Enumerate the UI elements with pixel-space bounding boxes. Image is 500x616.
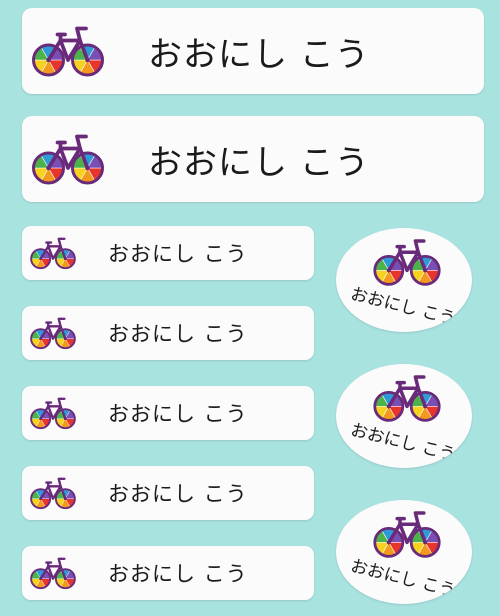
name-text: おおにし こう — [108, 402, 248, 426]
bicycle-icon — [30, 317, 76, 350]
bicycle-icon — [32, 26, 104, 77]
bicycle-icon — [30, 397, 76, 430]
name-text: おおにし こう — [148, 34, 370, 75]
name-text: おおにし こう — [148, 142, 370, 183]
label-sheet: おおにし こう おおにし こう おおにし こう おおにし こう おおにし こう … — [0, 0, 500, 616]
small-name-sticker: おおにし こう — [22, 546, 314, 600]
oval-name-sticker: おおにし こう — [336, 364, 472, 468]
small-name-sticker: おおにし こう — [22, 466, 314, 520]
bicycle-icon — [30, 477, 76, 510]
name-text: おおにし こう — [108, 482, 248, 506]
oval-name-sticker: おおにし こう — [336, 500, 472, 604]
bicycle-icon — [30, 237, 76, 270]
oval-name-sticker: おおにし こう — [336, 228, 472, 332]
bicycle-icon — [373, 511, 441, 558]
name-text: おおにし こう — [108, 562, 248, 586]
small-name-sticker: おおにし こう — [22, 386, 314, 440]
bicycle-icon — [373, 239, 441, 286]
large-name-sticker: おおにし こう — [22, 116, 484, 202]
bicycle-icon — [30, 557, 76, 590]
name-text: おおにし こう — [108, 242, 248, 266]
bicycle-icon — [373, 375, 441, 422]
large-name-sticker: おおにし こう — [22, 8, 484, 94]
bicycle-icon — [32, 134, 104, 185]
small-name-sticker: おおにし こう — [22, 306, 314, 360]
name-text: おおにし こう — [108, 322, 248, 346]
small-name-sticker: おおにし こう — [22, 226, 314, 280]
